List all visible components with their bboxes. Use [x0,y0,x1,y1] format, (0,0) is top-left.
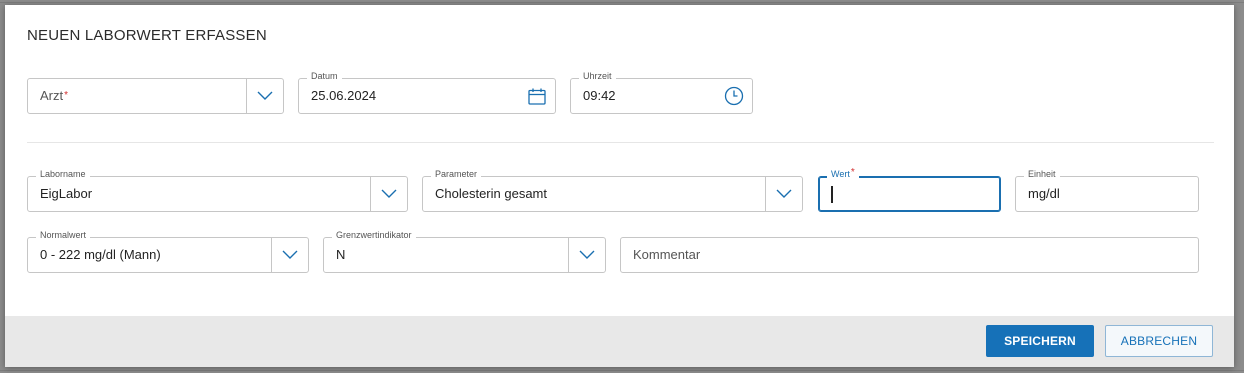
datum-field[interactable]: Datum 25.06.2024 [298,70,556,114]
chevron-down-icon [776,189,792,198]
text-cursor [831,186,833,203]
wert-label: Wert* [827,167,859,181]
grenzwertindikator-value: N [336,247,346,262]
chevron-down-icon [282,250,298,259]
uhrzeit-field[interactable]: Uhrzeit 09:42 [570,70,753,114]
dialog-title: NEUEN LABORWERT ERFASSEN [27,27,267,44]
chevron-down-icon [257,91,273,100]
laborname-dropdown-button[interactable] [370,177,407,211]
laborname-value: EigLabor [40,186,93,201]
uhrzeit-value: 09:42 [583,88,616,103]
calendar-icon[interactable] [527,86,547,106]
cancel-button[interactable]: ABBRECHEN [1105,325,1213,357]
required-mark: * [64,90,69,101]
grenzwertindikator-select[interactable]: Grenzwertindikator N [323,229,606,273]
arzt-placeholder: Arzt* [40,88,69,103]
wert-input[interactable]: Wert* [818,167,1001,212]
clock-icon[interactable] [724,86,744,106]
laborwert-dialog: NEUEN LABORWERT ERFASSEN Arzt* Datum 25.… [5,5,1234,367]
kommentar-placeholder: Kommentar [633,247,701,262]
einheit-value: mg/dl [1028,186,1060,201]
normalwert-dropdown-button[interactable] [271,238,308,272]
grenzwertindikator-dropdown-button[interactable] [568,238,605,272]
datum-value: 25.06.2024 [311,88,377,103]
arzt-dropdown-button[interactable] [246,79,283,113]
parameter-select[interactable]: Parameter Cholesterin gesamt [422,168,803,212]
dialog-footer: SPEICHERN ABBRECHEN [5,316,1234,367]
chevron-down-icon [579,250,595,259]
einheit-field[interactable]: Einheit mg/dl [1015,168,1199,212]
save-button[interactable]: SPEICHERN [986,325,1094,357]
chevron-down-icon [381,189,397,198]
parameter-value: Cholesterin gesamt [435,186,547,201]
laborname-select[interactable]: Laborname EigLabor [27,168,408,212]
required-mark: * [850,167,855,178]
normalwert-select[interactable]: Normalwert 0 - 222 mg/dl (Mann) [27,229,309,273]
kommentar-input[interactable]: Kommentar [620,237,1199,273]
normalwert-value: 0 - 222 mg/dl (Mann) [40,247,161,262]
parameter-dropdown-button[interactable] [765,177,802,211]
arzt-select[interactable]: Arzt* [27,78,284,114]
section-divider [27,142,1214,143]
